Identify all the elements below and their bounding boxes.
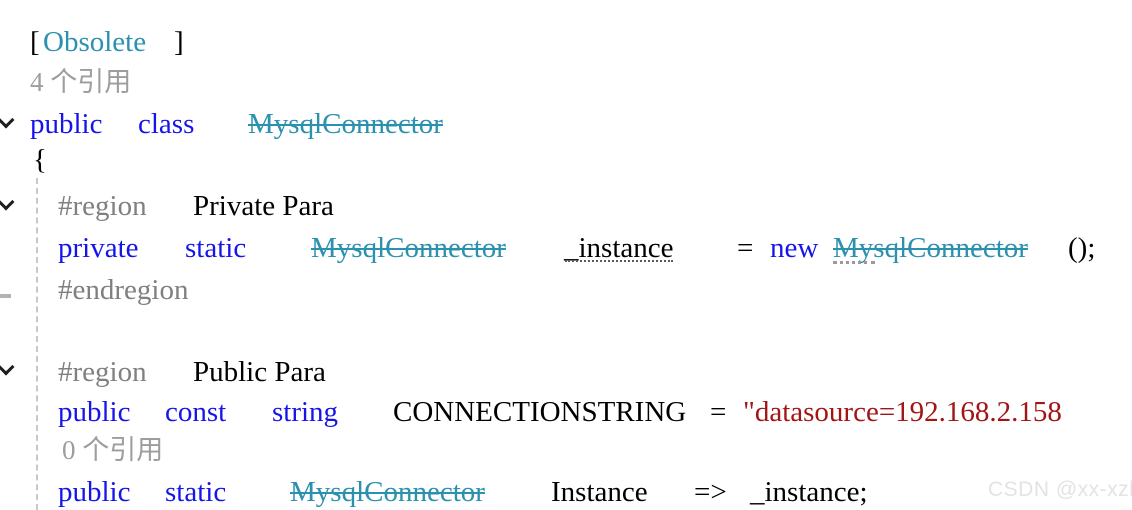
csdn-watermark: CSDN @xx-xzh xyxy=(988,478,1132,501)
code-token-type-obsolete: MysqlConnector xyxy=(290,476,485,508)
code-token-keyword: string xyxy=(272,396,339,428)
quick-action-dotted-marker[interactable] xyxy=(833,257,875,264)
code-line[interactable]: { xyxy=(0,140,1132,180)
code-token-preprocessor: #region xyxy=(58,356,147,388)
code-line[interactable]: public const string CONNECTIONSTRING = "datas… xyxy=(0,392,1132,432)
code-line[interactable]: private static MysqlConnector _instance = new… xyxy=(0,228,1132,268)
code-token-plain-renamed: _instance xyxy=(564,228,674,268)
code-token-punct: [ xyxy=(30,26,40,58)
code-editor[interactable]: [Obsolete] public class MysqlConnector { #reg… xyxy=(0,0,1132,510)
code-token-keyword: class xyxy=(138,108,195,140)
code-token-plain: _instance; xyxy=(750,476,868,508)
code-token-punct: => xyxy=(694,476,727,508)
code-line[interactable]: public static MysqlConnector Instance => _ins… xyxy=(0,472,1132,510)
codelens-reference-count[interactable]: 0 个引用 xyxy=(62,430,163,470)
code-token-plain: Public Para xyxy=(193,356,326,388)
code-line[interactable]: #endregion xyxy=(0,270,1132,310)
code-line[interactable]: #region Private Para xyxy=(0,186,1132,226)
code-token-type-obsolete: MysqlConnector xyxy=(248,108,443,140)
code-token-punct: = xyxy=(737,232,754,264)
code-token-keyword: new xyxy=(770,232,819,264)
code-token-type: Obsolete xyxy=(43,26,147,58)
code-token-plain: CONNECTIONSTRING xyxy=(393,396,687,428)
code-token-keyword: static xyxy=(185,232,247,264)
code-token-preprocessor: #region xyxy=(58,190,147,222)
code-token-keyword: static xyxy=(165,476,227,508)
code-token-keyword: private xyxy=(58,232,139,264)
codelens-reference-count[interactable]: 4 个引用 xyxy=(30,62,131,102)
code-token-punct: ] xyxy=(174,26,184,58)
code-token-punct: (); xyxy=(1068,232,1096,264)
code-line[interactable]: #region Public Para xyxy=(0,352,1132,392)
code-token-keyword: public xyxy=(58,476,131,508)
code-line[interactable]: [Obsolete] xyxy=(0,22,1132,62)
code-token-string: "datasource=192.168.2.158 xyxy=(743,396,1062,428)
code-line[interactable]: public class MysqlConnector xyxy=(0,104,1132,144)
code-token-keyword: public xyxy=(30,108,103,140)
code-token-plain: Instance xyxy=(551,476,648,508)
code-text-surface[interactable]: [Obsolete] public class MysqlConnector { #reg… xyxy=(0,0,1132,510)
code-token-preprocessor: #endregion xyxy=(58,274,189,306)
code-token-keyword: const xyxy=(165,396,227,428)
code-token-type-obsolete: MysqlConnector xyxy=(311,232,506,264)
code-token-brace: { xyxy=(33,144,47,176)
code-token-punct: = xyxy=(710,396,727,428)
code-token-plain: Private Para xyxy=(193,190,334,222)
code-token-keyword: public xyxy=(58,396,131,428)
